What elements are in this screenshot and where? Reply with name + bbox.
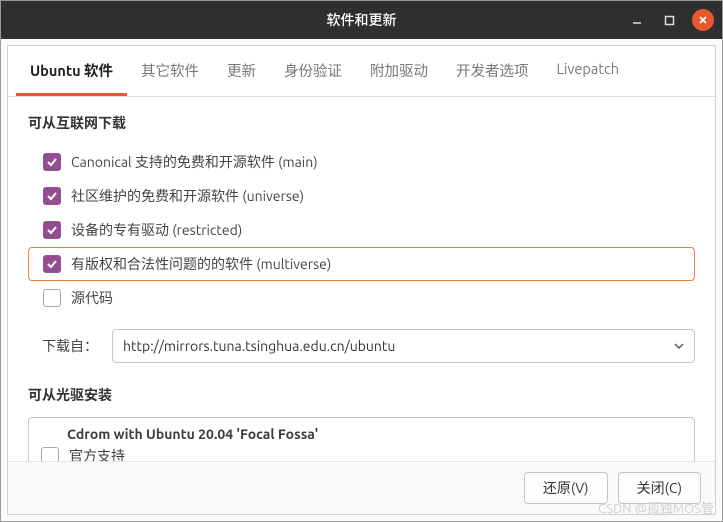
check-icon <box>46 224 58 236</box>
cdrom-box: Cdrom with Ubuntu 20.04 'Focal Fossa' 官方… <box>28 417 695 461</box>
checkbox-official[interactable] <box>41 447 59 461</box>
tab-bar: Ubuntu 软件 其它软件 更新 身份验证 附加驱动 开发者选项 Livepa… <box>8 46 715 97</box>
row-restricted[interactable]: 设备的专有驱动 (restricted) <box>28 213 695 247</box>
panel: 可从互联网下载 Canonical 支持的免费和开源软件 (main) 社区维护… <box>8 97 715 461</box>
label-restricted: 设备的专有驱动 (restricted) <box>71 220 242 240</box>
titlebar: 软件和更新 <box>1 1 722 39</box>
label-main: Canonical 支持的免费和开源软件 (main) <box>71 152 318 172</box>
section-cdrom: 可从光驱安装 Cdrom with Ubuntu 20.04 'Focal Fo… <box>28 385 695 461</box>
window-title: 软件和更新 <box>327 10 397 30</box>
download-label: 下载自： <box>42 336 98 356</box>
section-cdrom-title: 可从光驱安装 <box>28 385 695 405</box>
row-multiverse[interactable]: 有版权和合法性问题的的软件 (multiverse) <box>28 247 695 281</box>
row-source[interactable]: 源代码 <box>28 281 695 315</box>
checkbox-source[interactable] <box>43 289 61 307</box>
minimize-icon <box>631 14 643 26</box>
label-multiverse: 有版权和合法性问题的的软件 (multiverse) <box>71 254 331 274</box>
check-icon <box>46 258 58 270</box>
tab-livepatch[interactable]: Livepatch <box>542 46 633 96</box>
label-universe: 社区维护的免费和开源软件 (universe) <box>71 186 304 206</box>
label-source: 源代码 <box>71 288 113 308</box>
revert-button[interactable]: 还原(V) <box>524 472 608 504</box>
window-controls <box>628 9 714 31</box>
checkbox-main[interactable] <box>43 153 61 171</box>
maximize-button[interactable] <box>660 11 678 29</box>
download-row: 下载自： http://mirrors.tuna.tsinghua.edu.cn… <box>28 329 695 363</box>
chevron-down-icon <box>674 343 684 349</box>
content: Ubuntu 软件 其它软件 更新 身份验证 附加驱动 开发者选项 Livepa… <box>7 45 716 515</box>
tab-other-software[interactable]: 其它软件 <box>127 46 213 96</box>
row-main[interactable]: Canonical 支持的免费和开源软件 (main) <box>28 145 695 179</box>
check-icon <box>46 156 58 168</box>
label-official: 官方支持 <box>69 446 125 461</box>
section-internet-title: 可从互联网下载 <box>28 113 695 133</box>
checkbox-multiverse[interactable] <box>43 255 61 273</box>
tab-updates[interactable]: 更新 <box>213 46 270 96</box>
maximize-icon <box>664 15 675 26</box>
tab-developer-options[interactable]: 开发者选项 <box>442 46 543 96</box>
download-server-value: http://mirrors.tuna.tsinghua.edu.cn/ubun… <box>123 338 395 354</box>
checkbox-restricted[interactable] <box>43 221 61 239</box>
cdrom-title: Cdrom with Ubuntu 20.04 'Focal Fossa' <box>67 426 682 442</box>
close-button[interactable] <box>692 9 714 31</box>
tab-additional-drivers[interactable]: 附加驱动 <box>356 46 442 96</box>
tab-ubuntu-software[interactable]: Ubuntu 软件 <box>16 46 127 96</box>
tab-authentication[interactable]: 身份验证 <box>270 46 356 96</box>
checkbox-universe[interactable] <box>43 187 61 205</box>
close-dialog-button[interactable]: 关闭(C) <box>618 472 701 504</box>
footer: 还原(V) 关闭(C) <box>8 461 715 514</box>
row-universe[interactable]: 社区维护的免费和开源软件 (universe) <box>28 179 695 213</box>
cdrom-official-row[interactable]: 官方支持 <box>41 446 682 461</box>
close-icon <box>698 15 708 25</box>
check-icon <box>46 190 58 202</box>
download-server-dropdown[interactable]: http://mirrors.tuna.tsinghua.edu.cn/ubun… <box>112 329 695 363</box>
minimize-button[interactable] <box>628 11 646 29</box>
window: 软件和更新 Ubuntu 软件 其它软件 更新 身份验证 附加驱动 开发者选项 … <box>0 0 723 522</box>
